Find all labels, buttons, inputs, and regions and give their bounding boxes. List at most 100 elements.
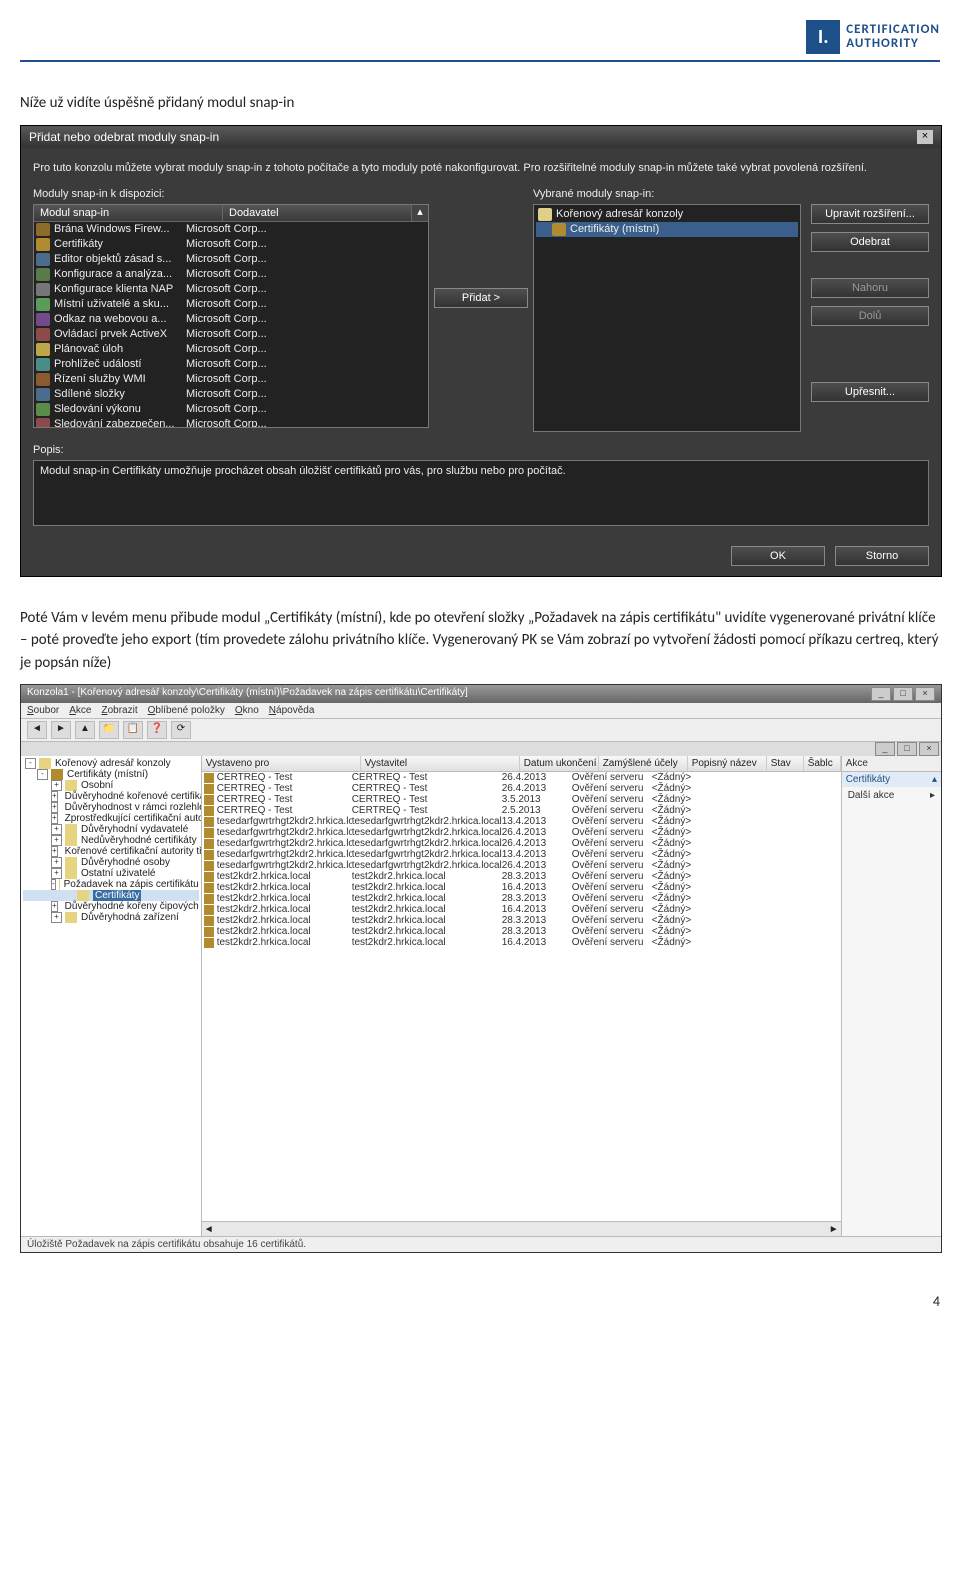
col-module[interactable]: Modul snap-in [34, 205, 223, 221]
col-expires[interactable]: Datum ukončení ... [520, 756, 599, 771]
list-item[interactable]: Editor objektů zásad s... Microsoft Corp… [34, 252, 428, 267]
col-purpose[interactable]: Zamýšlené účely [599, 756, 688, 771]
tree-node[interactable]: +Ostatní uživatelé [23, 868, 199, 879]
expand-icon[interactable]: + [51, 857, 62, 868]
scroll-left-icon[interactable]: ◄ [204, 1224, 214, 1235]
list-item[interactable]: Odkaz na webovou a... Microsoft Corp... [34, 312, 428, 327]
tree-node[interactable]: +Důvěryhodná zařízení [23, 912, 199, 923]
h-scrollbar[interactable]: ◄ ► [202, 1221, 841, 1236]
expand-icon[interactable]: + [51, 791, 58, 802]
toolbar-button[interactable]: ► [51, 721, 71, 739]
menu-item[interactable]: Nápověda [269, 705, 315, 716]
list-item[interactable]: Sledování výkonu Microsoft Corp... [34, 402, 428, 417]
table-row[interactable]: test2kdr2.hrkica.local test2kdr2.hrkica.… [202, 871, 841, 882]
refine-button[interactable]: Upřesnit... [811, 382, 929, 402]
menu-item[interactable]: Soubor [27, 705, 59, 716]
table-row[interactable]: test2kdr2.hrkica.local test2kdr2.hrkica.… [202, 926, 841, 937]
menu-item[interactable]: Oblíbené položky [148, 705, 225, 716]
expand-icon[interactable]: + [51, 802, 58, 813]
ok-button[interactable]: OK [731, 546, 825, 566]
col-issued-to[interactable]: Vystaveno pro [202, 756, 361, 771]
expand-icon[interactable]: + [51, 868, 62, 879]
child-minimize-button[interactable]: _ [875, 742, 895, 756]
table-row[interactable]: test2kdr2.hrkica.local test2kdr2.hrkica.… [202, 893, 841, 904]
expand-icon[interactable]: + [51, 780, 62, 791]
col-issuer[interactable]: Vystavitel [361, 756, 520, 771]
col-friendly-name[interactable]: Popisný název [688, 756, 767, 771]
table-row[interactable]: test2kdr2.hrkica.local test2kdr2.hrkica.… [202, 915, 841, 926]
tree-node[interactable]: +Nedůvěryhodné certifikáty [23, 835, 199, 846]
table-row[interactable]: test2kdr2.hrkica.local test2kdr2.hrkica.… [202, 882, 841, 893]
table-row[interactable]: CERTREQ - Test CERTREQ - Test 2.5.2013 O… [202, 805, 841, 816]
add-button[interactable]: Přidat > [434, 288, 528, 308]
toolbar-button[interactable]: ⟳ [171, 721, 191, 739]
tree-node[interactable]: +Důvěryhodné kořenové certifikační autor… [23, 791, 199, 802]
toolbar-button[interactable]: ▲ [75, 721, 95, 739]
list-item[interactable]: Prohlížeč událostí Microsoft Corp... [34, 357, 428, 372]
actions-section[interactable]: Certifikáty ▴ [842, 772, 941, 787]
tree-node[interactable]: -Kořenový adresář konzoly [23, 758, 199, 769]
col-template[interactable]: Šablc [804, 756, 841, 771]
minimize-button[interactable]: _ [871, 687, 891, 701]
list-item[interactable]: Sdílené složky Microsoft Corp... [34, 387, 428, 402]
close-button[interactable]: × [915, 687, 935, 701]
col-status[interactable]: Stav [767, 756, 804, 771]
tree-node[interactable]: +Zprostředkující certifikační autority [23, 813, 199, 824]
list-item[interactable]: Certifikáty Microsoft Corp... [34, 237, 428, 252]
menu-item[interactable]: Okno [235, 705, 259, 716]
toolbar-button[interactable]: 📁 [99, 721, 119, 739]
remove-button[interactable]: Odebrat [811, 232, 929, 252]
table-row[interactable]: tesedarfgwrtrhgt2kdr2.hrkica.local tesed… [202, 860, 841, 871]
table-row[interactable]: tesedarfgwrtrhgt2kdr2.hrkica.local tesed… [202, 827, 841, 838]
menu-item[interactable]: Akce [69, 705, 91, 716]
tree-node[interactable]: +Kořenové certifikační autority třetích … [23, 846, 199, 857]
tree-node[interactable]: +Důvěryhodné osoby [23, 857, 199, 868]
list-item[interactable]: Plánovač úloh Microsoft Corp... [34, 342, 428, 357]
tree-root[interactable]: Kořenový adresář konzoly [536, 207, 798, 222]
list-item[interactable]: Konfigurace klienta NAP Microsoft Corp..… [34, 282, 428, 297]
expand-icon[interactable]: + [51, 901, 58, 912]
scroll-up[interactable]: ▴ [412, 205, 428, 221]
expand-icon[interactable]: + [51, 824, 62, 835]
available-listbox[interactable]: Modul snap-in Dodavatel ▴ Brána Windows … [33, 204, 429, 428]
tree-node[interactable]: -Certifikáty (místní) [23, 769, 199, 780]
move-up-button[interactable]: Nahoru [811, 278, 929, 298]
expand-icon[interactable]: - [37, 769, 48, 780]
nav-tree[interactable]: -Kořenový adresář konzoly-Certifikáty (m… [21, 756, 202, 1236]
tree-node[interactable]: -Požadavek na zápis certifikátu [23, 879, 199, 890]
dialog-titlebar[interactable]: Přidat nebo odebrat moduly snap-in × [21, 126, 941, 148]
list-item[interactable]: Sledování zabezpečen... Microsoft Corp..… [34, 417, 428, 428]
expand-icon[interactable]: + [51, 835, 62, 846]
expand-icon[interactable]: + [51, 846, 58, 857]
list-item[interactable]: Řízení služby WMI Microsoft Corp... [34, 372, 428, 387]
toolbar-button[interactable]: 📋 [123, 721, 143, 739]
list-item[interactable]: Místní uživatelé a sku... Microsoft Corp… [34, 297, 428, 312]
tree-node[interactable]: +Osobní [23, 780, 199, 791]
table-row[interactable]: tesedarfgwrtrhgt2kdr2.hrkica.local tesed… [202, 816, 841, 827]
move-down-button[interactable]: Dolů [811, 306, 929, 326]
expand-icon[interactable]: - [51, 879, 56, 890]
expand-icon[interactable]: - [25, 758, 36, 769]
child-close-button[interactable]: × [919, 742, 939, 756]
edit-extensions-button[interactable]: Upravit rozšíření... [811, 204, 929, 224]
close-button[interactable]: × [917, 130, 933, 144]
toolbar-button[interactable]: ◄ [27, 721, 47, 739]
table-row[interactable]: tesedarfgwrtrhgt2kdr2.hrkica.local tesed… [202, 838, 841, 849]
maximize-button[interactable]: □ [893, 687, 913, 701]
collapse-icon[interactable]: ▴ [932, 774, 937, 785]
more-actions[interactable]: Další akce ▸ [842, 787, 941, 804]
table-row[interactable]: test2kdr2.hrkica.local test2kdr2.hrkica.… [202, 904, 841, 915]
table-row[interactable]: CERTREQ - Test CERTREQ - Test 26.4.2013 … [202, 783, 841, 794]
table-row[interactable]: tesedarfgwrtrhgt2kdr2.hrkica.local tesed… [202, 849, 841, 860]
list-item[interactable]: Ovládací prvek ActiveX Microsoft Corp... [34, 327, 428, 342]
tree-node[interactable]: +Důvěryhodnost v rámci rozlehlé sítě [23, 802, 199, 813]
expand-icon[interactable]: + [51, 912, 62, 923]
tree-node[interactable]: +Důvěryhodné kořeny čipových karet [23, 901, 199, 912]
tree-node[interactable]: Certifikáty [23, 890, 199, 901]
list-item[interactable]: Brána Windows Firew... Microsoft Corp... [34, 222, 428, 237]
cancel-button[interactable]: Storno [835, 546, 929, 566]
table-row[interactable]: CERTREQ - Test CERTREQ - Test 3.5.2013 O… [202, 794, 841, 805]
menu-item[interactable]: Zobrazit [101, 705, 137, 716]
list-item[interactable]: Konfigurace a analýza... Microsoft Corp.… [34, 267, 428, 282]
expand-icon[interactable]: + [51, 813, 58, 824]
